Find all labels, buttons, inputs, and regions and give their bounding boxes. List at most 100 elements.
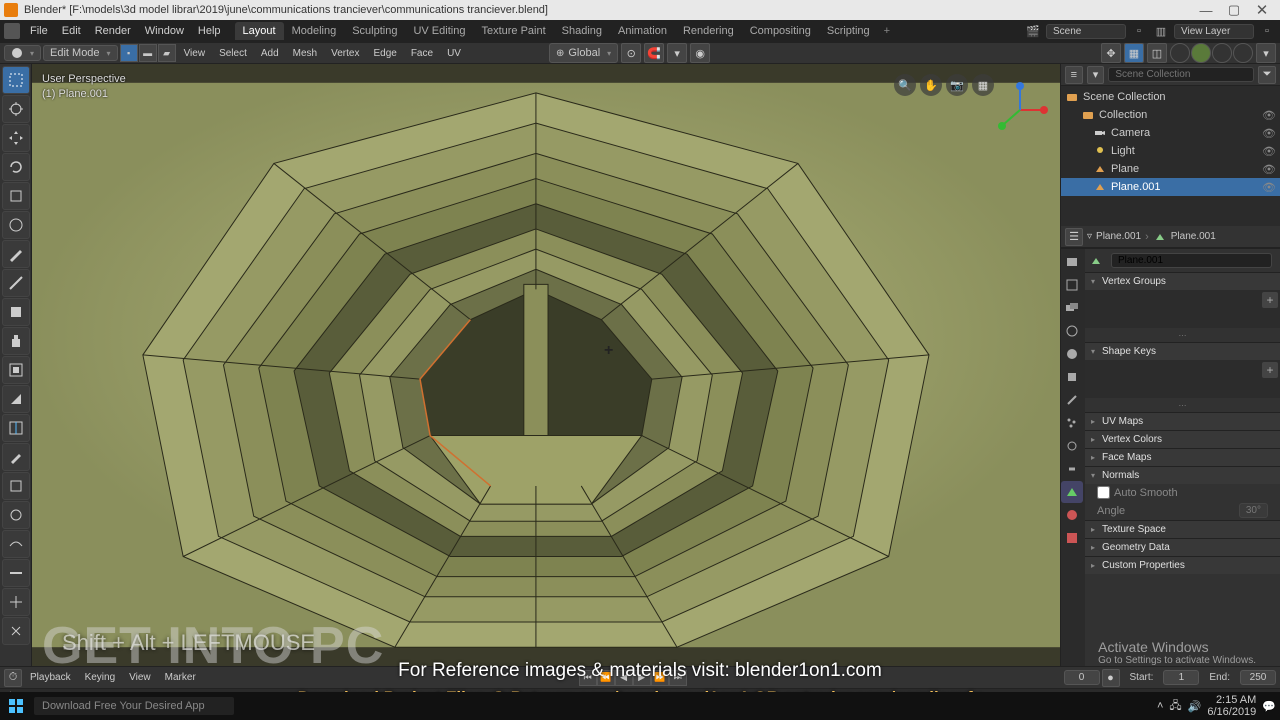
- visibility-toggle[interactable]: 👁: [1262, 145, 1276, 158]
- tray-network-icon[interactable]: 🖧: [1169, 697, 1181, 716]
- start-button[interactable]: [4, 694, 28, 718]
- breadcrumb-data[interactable]: Plane.001: [1171, 231, 1216, 242]
- axis-gizmo[interactable]: [990, 80, 1050, 140]
- prop-edit-toggle[interactable]: ◉: [690, 43, 710, 63]
- windows-taskbar[interactable]: Download Free Your Desired App ˄ 🖧 🔊 2:1…: [0, 692, 1280, 720]
- menu-file[interactable]: File: [24, 22, 54, 40]
- snap-dropdown[interactable]: ▾: [667, 43, 687, 63]
- tree-item-plane[interactable]: Plane👁: [1061, 160, 1280, 178]
- new-viewlayer-icon[interactable]: ▫: [1258, 22, 1276, 40]
- list-grip[interactable]: ⋯: [1085, 398, 1280, 412]
- pan-button[interactable]: ✋: [920, 74, 942, 96]
- tray-up-icon[interactable]: ˄: [1157, 700, 1163, 712]
- visibility-toggle[interactable]: 👁: [1262, 109, 1276, 122]
- view-layer-field[interactable]: View Layer: [1174, 24, 1254, 39]
- edge-select-button[interactable]: ▬: [139, 44, 157, 62]
- timeline-editor-icon[interactable]: ⏱: [4, 669, 22, 687]
- rendered-button[interactable]: [1233, 43, 1253, 63]
- menu-render[interactable]: Render: [89, 22, 137, 40]
- overlays-toggle[interactable]: ▦: [1124, 43, 1144, 63]
- outliner[interactable]: Scene Collection Collection👁 Camera👁 Lig…: [1061, 86, 1280, 226]
- auto-key-icon[interactable]: ●: [1102, 669, 1120, 687]
- section-vertex-groups[interactable]: Vertex Groups: [1085, 273, 1280, 290]
- app-icon[interactable]: [4, 23, 20, 39]
- section-texture-space[interactable]: Texture Space: [1085, 521, 1280, 538]
- tab-output[interactable]: [1061, 274, 1083, 296]
- vertex-select-button[interactable]: ▪: [120, 44, 138, 62]
- bevel-tool[interactable]: [2, 385, 30, 413]
- tab-scene[interactable]: [1061, 320, 1083, 342]
- timeline-playback[interactable]: Playback: [24, 670, 77, 685]
- current-frame-field[interactable]: 0: [1064, 670, 1100, 685]
- shading-dropdown[interactable]: ▾: [1256, 43, 1276, 63]
- editor-type-dropdown[interactable]: [4, 45, 41, 61]
- tab-object-data[interactable]: [1061, 481, 1083, 503]
- tab-animation[interactable]: Animation: [610, 22, 675, 40]
- tree-item-light[interactable]: Light👁: [1061, 142, 1280, 160]
- section-shape-keys[interactable]: Shape Keys: [1085, 343, 1280, 360]
- wireframe-button[interactable]: [1170, 43, 1190, 63]
- polybuild-tool[interactable]: [2, 472, 30, 500]
- section-custom-props[interactable]: Custom Properties: [1085, 557, 1280, 574]
- tab-particles[interactable]: [1061, 412, 1083, 434]
- annotate-tool[interactable]: [2, 240, 30, 268]
- properties-editor-icon[interactable]: ☰: [1065, 228, 1083, 246]
- shrink-tool[interactable]: [2, 588, 30, 616]
- extrude-tool[interactable]: [2, 327, 30, 355]
- outliner-editor-icon[interactable]: ≡: [1065, 66, 1083, 84]
- xray-toggle[interactable]: ◫: [1147, 43, 1167, 63]
- tab-scripting[interactable]: Scripting: [819, 22, 878, 40]
- end-frame-field[interactable]: 250: [1240, 670, 1276, 685]
- spin-tool[interactable]: [2, 501, 30, 529]
- hdr-mesh[interactable]: Mesh: [287, 45, 323, 62]
- add-shape-key[interactable]: +: [1262, 362, 1278, 378]
- knife-tool[interactable]: [2, 443, 30, 471]
- hdr-vertex[interactable]: Vertex: [325, 45, 365, 62]
- tab-layout[interactable]: Layout: [235, 22, 284, 40]
- new-scene-icon[interactable]: ▫: [1130, 22, 1148, 40]
- scene-icon[interactable]: 🎬: [1024, 22, 1042, 40]
- tab-shading[interactable]: Shading: [554, 22, 610, 40]
- visibility-toggle[interactable]: 👁: [1262, 163, 1276, 176]
- minimize-button[interactable]: —: [1192, 1, 1220, 19]
- tab-rendering[interactable]: Rendering: [675, 22, 742, 40]
- visibility-toggle[interactable]: 👁: [1262, 181, 1276, 194]
- visibility-toggle[interactable]: 👁: [1262, 127, 1276, 140]
- angle-field[interactable]: 30°: [1239, 503, 1268, 518]
- tree-collection[interactable]: Collection👁: [1061, 106, 1280, 124]
- keyframe-prev-button[interactable]: ⏪: [597, 670, 615, 686]
- menu-help[interactable]: Help: [192, 22, 227, 40]
- tab-world[interactable]: [1061, 343, 1083, 365]
- section-geometry-data[interactable]: Geometry Data: [1085, 539, 1280, 556]
- timeline-view[interactable]: View: [123, 670, 157, 685]
- tree-item-plane001[interactable]: Plane.001👁: [1061, 178, 1280, 196]
- timeline-keying[interactable]: Keying: [79, 670, 122, 685]
- transform-tool[interactable]: [2, 211, 30, 239]
- start-frame-field[interactable]: 1: [1163, 670, 1199, 685]
- tab-uv-editing[interactable]: UV Editing: [405, 22, 473, 40]
- add-cube-tool[interactable]: [2, 298, 30, 326]
- hdr-face[interactable]: Face: [405, 45, 439, 62]
- zoom-button[interactable]: 🔍: [894, 74, 916, 96]
- menu-edit[interactable]: Edit: [56, 22, 87, 40]
- tab-viewlayer[interactable]: [1061, 297, 1083, 319]
- pivot-dropdown[interactable]: ⊙: [621, 43, 641, 63]
- rotate-tool[interactable]: [2, 153, 30, 181]
- datablock-name-field[interactable]: [1111, 253, 1272, 268]
- tab-material[interactable]: [1061, 504, 1083, 526]
- tab-add-button[interactable]: +: [878, 22, 896, 40]
- 3d-viewport[interactable]: User Perspective (1) Plane.001 🔍 ✋ 📷 ▦ +…: [32, 64, 1060, 666]
- taskbar-clock[interactable]: 2:15 AM 6/16/2019: [1207, 694, 1256, 718]
- jump-start-button[interactable]: ⏮: [579, 670, 597, 686]
- section-vertex-colors[interactable]: Vertex Colors: [1085, 431, 1280, 448]
- menu-window[interactable]: Window: [139, 22, 190, 40]
- smooth-tool[interactable]: [2, 530, 30, 558]
- section-uv-maps[interactable]: UV Maps: [1085, 413, 1280, 430]
- maximize-button[interactable]: ▢: [1220, 1, 1248, 19]
- hdr-uv[interactable]: UV: [441, 45, 467, 62]
- select-box-tool[interactable]: [2, 66, 30, 94]
- tray-volume-icon[interactable]: 🔊: [1188, 700, 1202, 713]
- keyframe-next-button[interactable]: ⏩: [651, 670, 669, 686]
- auto-smooth-checkbox[interactable]: [1097, 486, 1110, 499]
- lookdev-button[interactable]: [1212, 43, 1232, 63]
